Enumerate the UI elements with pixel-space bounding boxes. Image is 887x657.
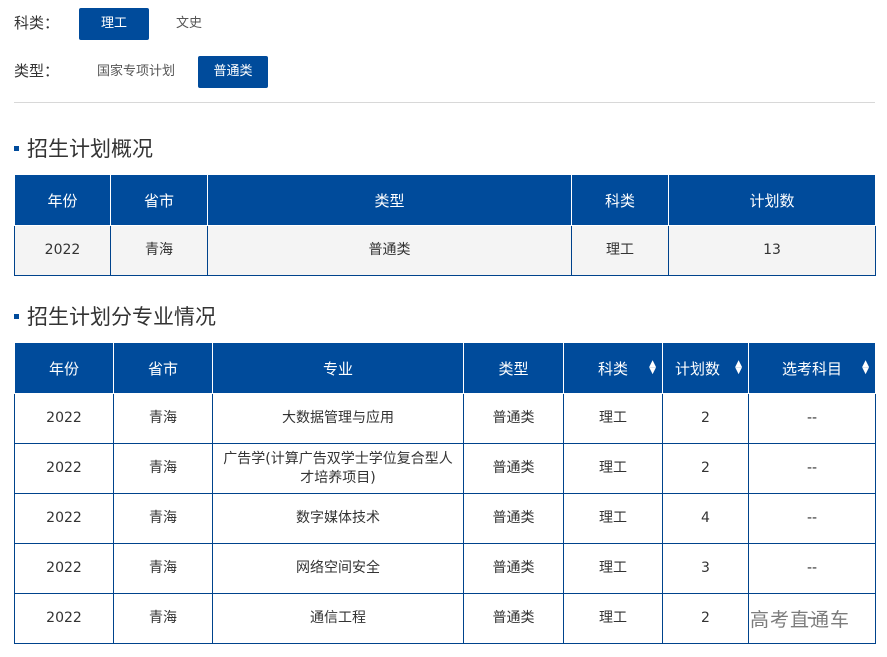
- cell-major: 网络空间安全: [212, 543, 464, 594]
- cell-plan-count: 2: [662, 443, 749, 494]
- cell-province: 青海: [113, 443, 213, 494]
- cell-subject: 理工: [563, 393, 663, 444]
- cell-province: 青海: [110, 225, 208, 276]
- filter-divider: [14, 102, 875, 103]
- cell-year: 2022: [14, 225, 111, 276]
- sort-icon[interactable]: ▲ ▼: [735, 360, 742, 376]
- col-major: 专业: [212, 342, 464, 394]
- cell-year: 2022: [14, 543, 114, 594]
- cell-subject: 理工: [563, 593, 663, 644]
- majors-section-title: 招生计划分专业情况: [14, 301, 216, 331]
- cell-year: 2022: [14, 393, 114, 444]
- sort-icon[interactable]: ▲ ▼: [862, 360, 869, 376]
- cell-plan-count: 2: [662, 393, 749, 444]
- col-elective-subjects-sortable[interactable]: 选考科目 ▲ ▼: [748, 342, 876, 394]
- table-row: 2022 青海 大数据管理与应用 普通类 理工 2 --: [14, 393, 876, 444]
- table-row: 2022 青海 广告学(计算广告双学士学位复合型人才培养项目) 普通类 理工 2 --: [14, 443, 876, 494]
- cell-subject: 理工: [563, 543, 663, 594]
- col-type: 类型: [207, 174, 572, 226]
- cell-subject: 理工: [571, 225, 669, 276]
- col-subject-sortable[interactable]: 科类 ▲ ▼: [563, 342, 663, 394]
- cell-type: 普通类: [463, 393, 564, 444]
- section-marker: [14, 313, 19, 319]
- cell-type: 普通类: [463, 493, 564, 544]
- cell-major: 广告学(计算广告双学士学位复合型人才培养项目): [212, 443, 464, 494]
- cell-type: 普通类: [463, 543, 564, 594]
- section-marker: [14, 145, 19, 151]
- col-plan-count: 计划数: [668, 174, 876, 226]
- subject-filter: 科类：: [14, 12, 59, 33]
- table-row: 2022 青海 普通类 理工 13: [14, 225, 876, 276]
- cell-plan-count: 13: [668, 225, 876, 276]
- col-subject-label: 科类: [597, 359, 628, 378]
- cell-province: 青海: [113, 593, 213, 644]
- cell-province: 青海: [113, 543, 213, 594]
- cell-major: 数字媒体技术: [212, 493, 464, 544]
- table-row: 2022 青海 数字媒体技术 普通类 理工 4 --: [14, 493, 876, 544]
- cell-province: 青海: [113, 493, 213, 544]
- overview-section-title: 招生计划概况: [14, 133, 153, 163]
- type-option-regular[interactable]: 普通类: [198, 56, 268, 88]
- cell-year: 2022: [14, 493, 114, 544]
- cell-subject: 理工: [563, 443, 663, 494]
- col-subject: 科类: [571, 174, 669, 226]
- type-option-national-special[interactable]: 国家专项计划: [86, 56, 186, 88]
- col-year: 年份: [14, 342, 114, 394]
- overview-table: 年份 省市 类型 科类 计划数 2022 青海 普通类 理工 13: [14, 174, 876, 276]
- majors-table: 年份 省市 专业 类型 科类 ▲ ▼ 计划数 ▲ ▼ 选考科目 ▲ ▼ 2022 青海大…: [14, 342, 876, 644]
- cell-elective-subjects: --: [748, 393, 876, 444]
- col-plan-count-sortable[interactable]: 计划数 ▲ ▼: [662, 342, 749, 394]
- cell-elective-subjects: --: [748, 493, 876, 544]
- table-row: 2022 青海 通信工程 普通类 理工 2 --: [14, 593, 876, 644]
- watermark-text: 高考直通车: [750, 609, 851, 631]
- col-year: 年份: [14, 174, 111, 226]
- cell-plan-count: 2: [662, 593, 749, 644]
- cell-major: 大数据管理与应用: [212, 393, 464, 444]
- cell-province: 青海: [113, 393, 213, 444]
- majors-header-row: 年份 省市 专业 类型 科类 ▲ ▼ 计划数 ▲ ▼ 选考科目 ▲ ▼: [14, 342, 876, 394]
- type-filter-label: 类型：: [14, 62, 60, 80]
- table-row: 2022 青海 网络空间安全 普通类 理工 3 --: [14, 543, 876, 594]
- sort-icon[interactable]: ▲ ▼: [649, 360, 656, 376]
- col-province: 省市: [110, 174, 208, 226]
- cell-plan-count: 4: [662, 493, 749, 544]
- cell-major: 通信工程: [212, 593, 464, 644]
- cell-year: 2022: [14, 593, 114, 644]
- cell-elective-subjects: --: [748, 443, 876, 494]
- cell-elective-subjects: --: [748, 543, 876, 594]
- col-elective-subjects-label: 选考科目: [781, 359, 842, 378]
- col-plan-count-label: 计划数: [675, 359, 721, 378]
- cell-type: 普通类: [463, 593, 564, 644]
- cell-plan-count: 3: [662, 543, 749, 594]
- cell-type: 普通类: [207, 225, 572, 276]
- cell-subject: 理工: [563, 493, 663, 544]
- subject-filter-label: 科类：: [14, 14, 60, 32]
- subject-option-liberal-arts[interactable]: 文史: [160, 8, 218, 40]
- overview-header-row: 年份 省市 类型 科类 计划数: [14, 174, 876, 226]
- overview-title-text: 招生计划概况: [27, 137, 153, 161]
- cell-type: 普通类: [463, 443, 564, 494]
- col-type: 类型: [463, 342, 564, 394]
- majors-title-text: 招生计划分专业情况: [27, 305, 216, 329]
- col-province: 省市: [113, 342, 213, 394]
- subject-option-science[interactable]: 理工: [79, 8, 149, 40]
- type-filter: 类型：: [14, 60, 59, 81]
- cell-year: 2022: [14, 443, 114, 494]
